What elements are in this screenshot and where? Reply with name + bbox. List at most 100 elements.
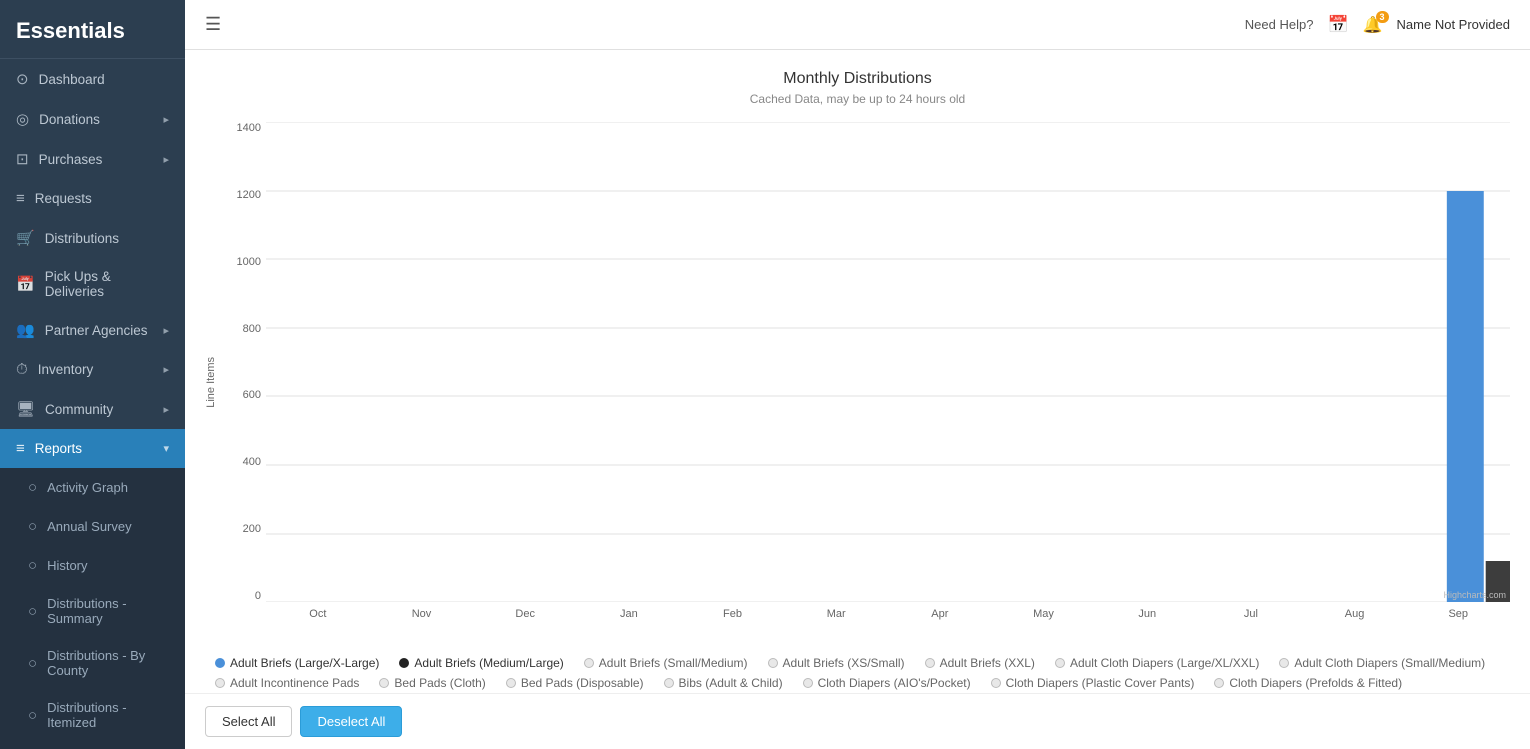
sidebar-item-label: Reports bbox=[35, 441, 82, 456]
x-axis: Oct Nov Dec Jan Feb Mar Apr May Jun Jul … bbox=[266, 602, 1510, 620]
legend-label: Cloth Diapers (Prefolds & Fitted) bbox=[1229, 676, 1402, 690]
chevron-icon: ▸ bbox=[163, 363, 169, 376]
chart-container: Line Items bbox=[205, 122, 1510, 642]
sidebar-item-distributions[interactable]: 🛒 Distributions bbox=[0, 218, 185, 258]
legend-item[interactable]: Adult Briefs (XS/Small) bbox=[768, 656, 905, 670]
legend-label: Bed Pads (Cloth) bbox=[394, 676, 485, 690]
reports-icon: ≡ bbox=[16, 440, 25, 457]
sidebar-item-activity-graph[interactable]: ○ Activity Graph bbox=[0, 468, 185, 507]
sidebar-item-purchases[interactable]: ⊡ Purchases ▸ bbox=[0, 139, 185, 179]
sidebar-item-annual-survey[interactable]: ○ Annual Survey bbox=[0, 507, 185, 546]
legend-dot bbox=[215, 658, 225, 668]
legend-item[interactable]: Adult Briefs (Large/X-Large) bbox=[215, 656, 379, 670]
x-label-feb: Feb bbox=[681, 608, 785, 620]
sidebar-item-reports[interactable]: ≡ Reports ▾ bbox=[0, 429, 185, 468]
circle-icon: ○ bbox=[28, 707, 37, 724]
legend-dot bbox=[991, 678, 1001, 688]
sidebar-item-label: Distributions - Summary bbox=[47, 596, 169, 626]
x-label-dec: Dec bbox=[473, 608, 577, 620]
legend-item[interactable]: Cloth Diapers (Plastic Cover Pants) bbox=[991, 676, 1195, 690]
sidebar-item-label: History bbox=[47, 558, 87, 573]
legend-label: Adult Briefs (Small/Medium) bbox=[599, 656, 748, 670]
sidebar-item-dist-itemized[interactable]: ○ Distributions - Itemized bbox=[0, 689, 185, 741]
user-name: Name Not Provided bbox=[1397, 17, 1510, 32]
legend-dot bbox=[379, 678, 389, 688]
legend-dot bbox=[399, 658, 409, 668]
legend-label: Bed Pads (Disposable) bbox=[521, 676, 644, 690]
legend-label: Adult Briefs (Medium/Large) bbox=[414, 656, 563, 670]
legend-label: Adult Cloth Diapers (Small/Medium) bbox=[1294, 656, 1485, 670]
circle-icon: ○ bbox=[28, 518, 37, 535]
circle-icon: ○ bbox=[28, 557, 37, 574]
chart-subtitle: Cached Data, may be up to 24 hours old bbox=[205, 92, 1510, 106]
bar-sep-blue bbox=[1447, 191, 1484, 602]
legend-item[interactable]: Adult Briefs (XXL) bbox=[925, 656, 1035, 670]
inventory-icon: ⏱ bbox=[16, 361, 28, 378]
legend-item[interactable]: Adult Cloth Diapers (Small/Medium) bbox=[1279, 656, 1485, 670]
legend-item[interactable]: Adult Briefs (Small/Medium) bbox=[584, 656, 748, 670]
x-label-oct: Oct bbox=[266, 608, 370, 620]
highcharts-credit: Highcharts.com bbox=[1443, 590, 1506, 600]
legend-item[interactable]: Bed Pads (Disposable) bbox=[506, 676, 644, 690]
sidebar-item-partner-agencies[interactable]: 👥 Partner Agencies ▸ bbox=[0, 310, 185, 350]
select-all-button[interactable]: Select All bbox=[205, 706, 292, 737]
legend-dot bbox=[664, 678, 674, 688]
x-label-mar: Mar bbox=[784, 608, 888, 620]
legend-dot bbox=[803, 678, 813, 688]
x-label-jan: Jan bbox=[577, 608, 681, 620]
bottom-buttons: Select All Deselect All bbox=[185, 693, 1530, 749]
sidebar-item-inventory[interactable]: ⏱ Inventory ▸ bbox=[0, 350, 185, 389]
purchases-icon: ⊡ bbox=[16, 150, 29, 168]
circle-icon: ○ bbox=[28, 479, 37, 496]
legend-dot bbox=[1279, 658, 1289, 668]
sidebar-item-history[interactable]: ○ History bbox=[0, 546, 185, 585]
sidebar-item-dist-summary[interactable]: ○ Distributions - Summary bbox=[0, 585, 185, 637]
circle-icon: ○ bbox=[28, 655, 37, 672]
legend-item[interactable]: Adult Incontinence Pads bbox=[215, 676, 359, 690]
legend-item[interactable]: Bed Pads (Cloth) bbox=[379, 676, 485, 690]
sidebar-item-dist-trends[interactable]: ● Distributions - Trends bbox=[0, 741, 185, 749]
chevron-icon: ▸ bbox=[163, 324, 169, 337]
chevron-icon: ▸ bbox=[163, 113, 169, 126]
help-link[interactable]: Need Help? bbox=[1245, 17, 1314, 32]
content-area: Monthly Distributions Cached Data, may b… bbox=[185, 50, 1530, 693]
legend-item[interactable]: Adult Briefs (Medium/Large) bbox=[399, 656, 563, 670]
legend-label: Adult Incontinence Pads bbox=[230, 676, 359, 690]
x-label-jun: Jun bbox=[1095, 608, 1199, 620]
requests-icon: ≡ bbox=[16, 190, 25, 207]
sidebar-item-label: Requests bbox=[35, 191, 92, 206]
sidebar-item-dashboard[interactable]: ⊙ Dashboard bbox=[0, 59, 185, 99]
sidebar-item-label: Pick Ups & Deliveries bbox=[45, 269, 169, 299]
legend-label: Adult Briefs (XXL) bbox=[940, 656, 1035, 670]
partner-agencies-icon: 👥 bbox=[16, 321, 35, 339]
chart-svg-wrapper: 0 200 400 600 800 1000 1200 1400 Highcha… bbox=[266, 122, 1510, 602]
legend-dot bbox=[768, 658, 778, 668]
sidebar-item-pickups[interactable]: 📅 Pick Ups & Deliveries bbox=[0, 258, 185, 310]
legend-item[interactable]: Cloth Diapers (AIO's/Pocket) bbox=[803, 676, 971, 690]
legend-area: Adult Briefs (Large/X-Large) Adult Briefs… bbox=[205, 656, 1510, 693]
deselect-all-button[interactable]: Deselect All bbox=[300, 706, 402, 737]
legend-dot bbox=[925, 658, 935, 668]
legend-item[interactable]: Bibs (Adult & Child) bbox=[664, 676, 783, 690]
sidebar-item-dist-county[interactable]: ○ Distributions - By County bbox=[0, 637, 185, 689]
menu-toggle-icon[interactable]: ☰ bbox=[205, 14, 221, 35]
chart-svg bbox=[266, 122, 1510, 602]
sidebar-item-donations[interactable]: ◎ Donations ▸ bbox=[0, 99, 185, 139]
sidebar-item-label: Distributions - Itemized bbox=[47, 700, 169, 730]
sidebar-item-label: Activity Graph bbox=[47, 480, 128, 495]
y-tick-0: 0 bbox=[223, 590, 261, 602]
legend-label: Adult Briefs (XS/Small) bbox=[783, 656, 905, 670]
sidebar-item-community[interactable]: 🖥 Community ▸ bbox=[0, 389, 185, 429]
legend-label: Adult Briefs (Large/X-Large) bbox=[230, 656, 379, 670]
legend-item[interactable]: Adult Cloth Diapers (Large/XL/XXL) bbox=[1055, 656, 1259, 670]
calendar-icon[interactable]: 📅 bbox=[1327, 15, 1348, 35]
community-icon: 🖥 bbox=[16, 400, 35, 418]
sidebar-item-label: Donations bbox=[39, 112, 100, 127]
chevron-icon: ▸ bbox=[163, 153, 169, 166]
y-axis-label: Line Items bbox=[205, 357, 217, 408]
chevron-down-icon: ▾ bbox=[163, 442, 169, 455]
bell-icon[interactable]: 🔔3 bbox=[1363, 15, 1383, 35]
legend-item[interactable]: Cloth Diapers (Prefolds & Fitted) bbox=[1214, 676, 1402, 690]
dashboard-icon: ⊙ bbox=[16, 70, 29, 88]
sidebar-item-requests[interactable]: ≡ Requests bbox=[0, 179, 185, 218]
